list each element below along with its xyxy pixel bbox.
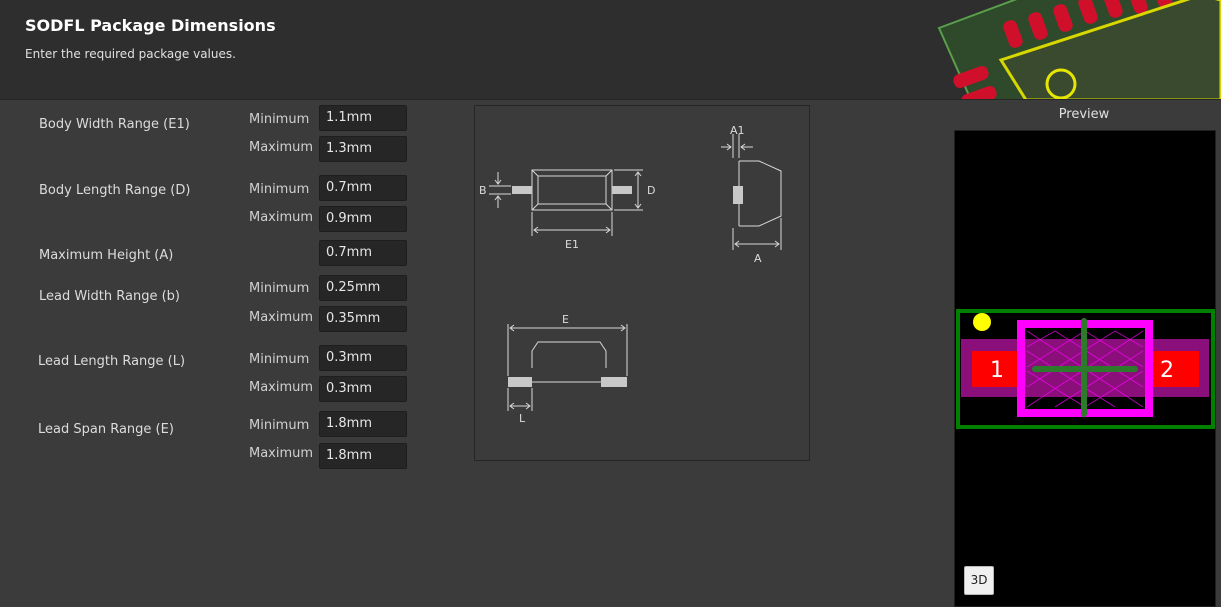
top-view-lead-right: [612, 186, 632, 194]
dim-label-L: L: [519, 412, 526, 425]
lead-length-max-label: Maximum: [249, 380, 314, 395]
lead-width-label: Lead Width Range (b): [39, 289, 180, 304]
footprint-preview[interactable]: 1 2: [954, 130, 1216, 607]
lead-span-label: Lead Span Range (E): [38, 422, 174, 437]
lead-span-min-field[interactable]: 1.8mm: [319, 411, 407, 437]
view-3d-button[interactable]: 3D: [964, 566, 994, 595]
package-dimension-diagram: B D E1 A1 A E L: [474, 105, 810, 461]
body-length-min-field[interactable]: 0.7mm: [319, 175, 407, 201]
lead-length-max-field[interactable]: 0.3mm: [319, 376, 407, 402]
max-height-label: Maximum Height (A): [39, 248, 174, 263]
dim-label-A: A: [754, 252, 762, 265]
body-width-max-field[interactable]: 1.3mm: [319, 136, 407, 162]
pad-1-label: 1: [990, 358, 1004, 383]
dim-label-D: D: [647, 184, 655, 197]
lead-width-min-field[interactable]: 0.25mm: [319, 275, 407, 301]
lead-span-max-label: Maximum: [249, 446, 314, 461]
body-width-label: Body Width Range (E1): [39, 117, 190, 132]
body-length-max-label: Maximum: [249, 210, 314, 225]
max-height-field[interactable]: 0.7mm: [319, 240, 407, 266]
footprint-drawing: 1 2: [956, 309, 1215, 429]
page-title: SODFL Package Dimensions: [25, 16, 276, 35]
diagram-drawing: B D E1 A1 A E L: [479, 124, 782, 425]
lead-length-min-label: Minimum: [249, 352, 310, 367]
lead-length-min-field[interactable]: 0.3mm: [319, 345, 407, 371]
lead-width-min-label: Minimum: [249, 281, 310, 296]
dim-label-B: B: [479, 184, 487, 197]
pcb-header-illustration: [937, 0, 1221, 99]
bottom-view-lead-left: [508, 377, 532, 387]
body-length-min-label: Minimum: [249, 182, 310, 197]
lead-length-label: Lead Length Range (L): [38, 354, 186, 369]
body-length-label: Body Length Range (D): [39, 183, 191, 198]
body-width-min-label: Minimum: [249, 112, 310, 127]
lead-span-max-field[interactable]: 1.8mm: [319, 443, 407, 469]
lead-width-max-label: Maximum: [249, 310, 314, 325]
side-view-lead: [733, 186, 743, 204]
lead-span-min-label: Minimum: [249, 418, 310, 433]
pin1-marker: [973, 313, 991, 331]
dim-label-A1: A1: [730, 124, 745, 137]
bottom-view-lead-right: [601, 377, 627, 387]
dim-label-E1: E1: [565, 238, 579, 251]
page-subtitle: Enter the required package values.: [25, 47, 236, 61]
header: SODFL Package Dimensions Enter the requi…: [0, 0, 1221, 100]
top-view-lead-left: [512, 186, 532, 194]
center-cross: [1032, 318, 1138, 417]
pad-2-label: 2: [1160, 358, 1174, 383]
body-length-max-field[interactable]: 0.9mm: [319, 206, 407, 232]
body-width-max-label: Maximum: [249, 140, 314, 155]
preview-label: Preview: [1058, 107, 1110, 122]
body-width-min-field[interactable]: 1.1mm: [319, 105, 407, 131]
lead-width-max-field[interactable]: 0.35mm: [319, 306, 407, 332]
dim-label-E: E: [562, 313, 569, 326]
